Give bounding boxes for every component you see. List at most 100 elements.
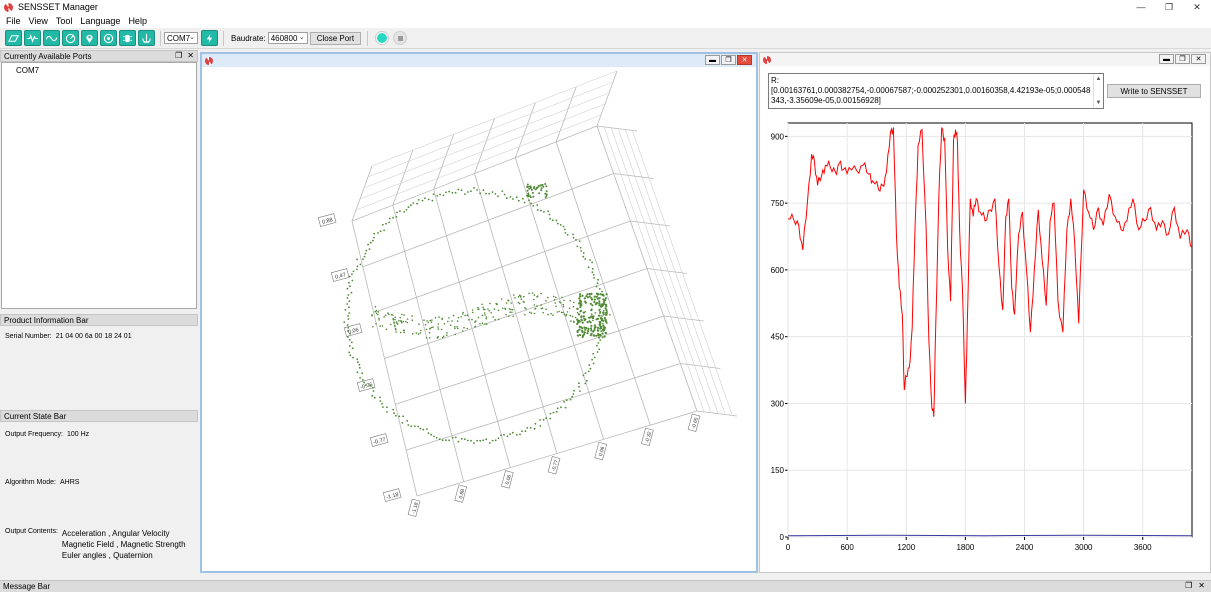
axis-tick-label: 0.88 <box>317 213 337 227</box>
point <box>398 415 401 418</box>
start-record-button[interactable] <box>375 31 390 45</box>
point <box>556 222 559 225</box>
state-panel-header: Current State Bar <box>0 410 198 422</box>
point <box>536 209 539 211</box>
point <box>348 345 351 347</box>
point <box>371 314 373 316</box>
point <box>378 317 380 320</box>
stop-record-button[interactable] <box>393 31 408 45</box>
gyro-icon[interactable] <box>43 30 60 46</box>
float-icon[interactable]: ❐ <box>1185 581 1192 590</box>
point <box>494 318 497 321</box>
location-icon[interactable] <box>81 30 98 46</box>
scene-3d-canvas[interactable]: 0.880.470.06-0.36-0.77-1.18-1.180.880.06… <box>212 66 752 570</box>
point <box>589 321 592 324</box>
baudrate-select[interactable]: 460800 ⌄ <box>267 32 308 44</box>
matrix-text: R: [0.00163761,0.000382754,-0.00067587;-… <box>771 76 1091 105</box>
toolbar-separator <box>367 30 369 46</box>
point <box>540 187 543 190</box>
point <box>377 313 379 316</box>
menu-view[interactable]: View <box>25 16 52 26</box>
point <box>430 433 433 436</box>
restore-icon[interactable]: ❐ <box>1175 54 1190 64</box>
point <box>507 299 509 301</box>
point <box>581 334 585 337</box>
list-item[interactable]: COM7 <box>16 66 39 75</box>
window-title: SENSSET Manager <box>18 2 98 12</box>
point <box>512 198 514 200</box>
point <box>549 412 552 415</box>
point <box>356 265 359 268</box>
point <box>407 424 410 426</box>
point <box>434 317 437 319</box>
point <box>564 406 567 409</box>
point <box>488 309 491 312</box>
chevron-up-icon[interactable]: ▲ <box>1096 74 1102 84</box>
minimize-icon[interactable]: ▬ <box>1159 54 1174 64</box>
matrix-textbox[interactable]: R: [0.00163761,0.000382754,-0.00067587;-… <box>768 73 1104 109</box>
scrollbar[interactable]: ▲ ▼ <box>1093 74 1103 108</box>
point <box>604 307 607 310</box>
point <box>532 205 535 207</box>
point <box>524 313 526 316</box>
point <box>525 308 527 310</box>
chevron-down-icon[interactable]: ▼ <box>1096 98 1102 108</box>
point <box>454 327 456 330</box>
menu-file[interactable]: File <box>2 16 25 26</box>
close-port-button[interactable]: Close Port <box>309 31 362 45</box>
point <box>403 331 405 334</box>
point <box>371 394 374 397</box>
plot-window[interactable]: ▬ ❐ ✕ R: [0.00163761,0.000382754,-0.0006… <box>759 52 1211 573</box>
anchor-icon[interactable] <box>138 30 155 46</box>
close-icon[interactable]: ✕ <box>1198 581 1205 590</box>
point <box>454 326 456 328</box>
magnetic-plot-chart[interactable]: 0 150 300 450 600 750 900 0 600 1200 1800 2400 3000 3… <box>768 119 1198 565</box>
gauge-icon[interactable] <box>62 30 79 46</box>
float-icon[interactable]: ❐ <box>175 51 182 60</box>
close-icon[interactable]: ✕ <box>1183 0 1211 14</box>
close-icon[interactable]: ✕ <box>1191 54 1206 64</box>
point <box>385 328 388 331</box>
point <box>350 341 353 344</box>
ports-list[interactable]: COM7 <box>1 62 197 309</box>
point <box>359 377 361 379</box>
close-icon[interactable]: ✕ <box>187 51 194 60</box>
close-icon[interactable]: ✕ <box>737 55 752 65</box>
point <box>519 296 522 298</box>
ports-panel-title: Currently Available Ports <box>4 51 92 61</box>
wave-icon[interactable] <box>24 30 41 46</box>
point <box>363 255 366 258</box>
minimize-icon[interactable]: — <box>1127 0 1155 14</box>
point <box>565 399 568 402</box>
flash-icon[interactable] <box>201 30 218 46</box>
point <box>482 439 485 442</box>
magnet-icon[interactable] <box>100 30 117 46</box>
point <box>348 351 351 354</box>
point <box>412 202 415 204</box>
scene-3d-window[interactable]: ▬ ❐ ✕ 0.88 0.47 0.06 -0.36 -0.77 -1.18 -1.18 0.… <box>200 52 758 573</box>
grid-line <box>596 125 638 132</box>
point <box>365 249 368 252</box>
monitor-icon[interactable] <box>5 30 22 46</box>
port-select[interactable]: COM7 ⌄ <box>164 32 198 44</box>
axis-tick-label: -1.18 <box>407 498 421 517</box>
minimize-icon[interactable]: ▬ <box>705 55 720 65</box>
point <box>417 333 420 335</box>
menu-language[interactable]: Language <box>76 16 124 26</box>
sensor-icon[interactable] <box>119 30 136 46</box>
restore-icon[interactable]: ❐ <box>1155 0 1183 14</box>
point <box>581 327 584 330</box>
restore-icon[interactable]: ❐ <box>721 55 736 65</box>
point <box>361 379 364 381</box>
point <box>598 314 601 317</box>
point <box>587 266 590 269</box>
menu-tool[interactable]: Tool <box>52 16 77 26</box>
axis-tick-label: -0.65 <box>687 413 701 432</box>
point <box>588 295 591 298</box>
point <box>394 325 396 328</box>
point <box>460 316 463 318</box>
menu-help[interactable]: Help <box>124 16 151 26</box>
point <box>427 321 430 324</box>
write-to-sensset-button[interactable]: Write to SENSSET <box>1107 84 1201 98</box>
axis-tick-label: 0.06 <box>501 470 514 489</box>
